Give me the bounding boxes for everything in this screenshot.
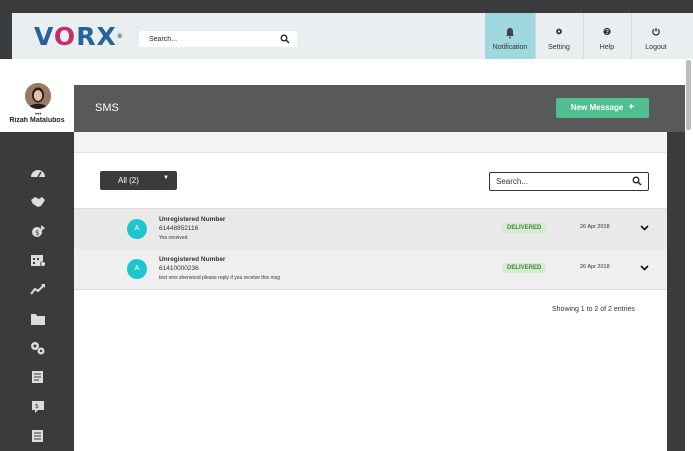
- nav-notification[interactable]: Notification: [485, 13, 535, 59]
- contact-number: 61448852116: [159, 225, 199, 232]
- message-date: 26 Apr 2018: [580, 224, 610, 230]
- header-spacer: [0, 59, 693, 85]
- filter-dropdown[interactable]: All (2) ▼: [100, 171, 177, 190]
- chart-icon[interactable]: [30, 282, 46, 296]
- page-header: SMS New Message +: [74, 85, 685, 132]
- new-message-button[interactable]: New Message +: [556, 98, 649, 118]
- chevron-down-icon[interactable]: [640, 265, 649, 271]
- sms-search-input[interactable]: [496, 173, 616, 190]
- top-bar: VORX® Notification Setting Help: [12, 13, 693, 59]
- avatar[interactable]: [25, 83, 51, 109]
- report-icon[interactable]: [30, 370, 46, 384]
- scrollbar-thumb[interactable]: [686, 60, 691, 130]
- user-photo-icon: [25, 83, 51, 109]
- dashboard-icon[interactable]: [30, 166, 46, 180]
- header-search-input[interactable]: [149, 31, 269, 47]
- status-badge: DELIVERED: [502, 263, 547, 273]
- document-icon[interactable]: [30, 429, 46, 443]
- user-profile[interactable]: ••• Rizah Matalubos: [0, 59, 74, 132]
- help-icon: [603, 27, 611, 36]
- message-preview: test sms sherwood please reply if you re…: [159, 275, 280, 281]
- chevron-down-icon: ▼: [163, 175, 169, 181]
- vorx-logo[interactable]: VORX®: [34, 23, 124, 51]
- sms-icon[interactable]: $: [30, 400, 46, 414]
- sms-search: [489, 172, 649, 191]
- user-name: Rizah Matalubos: [9, 117, 65, 124]
- plus-icon: +: [628, 102, 635, 113]
- calendar-icon[interactable]: [30, 253, 46, 267]
- contact-avatar: A: [127, 259, 147, 279]
- search-icon[interactable]: [280, 34, 290, 44]
- money-icon[interactable]: $: [30, 224, 46, 238]
- handshake-icon[interactable]: [30, 195, 46, 209]
- contact-name: Unregistered Number: [159, 216, 226, 223]
- chevron-down-icon[interactable]: [640, 225, 649, 231]
- nav-logout-label: Logout: [645, 44, 667, 51]
- sms-panel: All (2) ▼ A Unregistered Number 61448852…: [74, 132, 667, 451]
- filter-value: All (2): [118, 176, 139, 185]
- status-badge: DELIVERED: [502, 223, 547, 233]
- message-row[interactable]: A Unregistered Number 61448852116 Yes re…: [74, 208, 667, 250]
- nav-notification-label: Notification: [492, 44, 528, 51]
- svg-text:$: $: [35, 229, 39, 237]
- contact-number: 61410000236: [159, 265, 199, 272]
- svg-text:$: $: [35, 403, 39, 410]
- power-icon: [652, 27, 660, 36]
- sidebar: $ $: [0, 132, 74, 451]
- nav-setting-label: Setting: [548, 44, 570, 51]
- page-title: SMS: [95, 102, 119, 114]
- panel-toolbar-strip: [74, 132, 667, 153]
- new-message-label: New Message: [570, 103, 624, 112]
- nav-help[interactable]: Help: [582, 13, 632, 59]
- folder-icon[interactable]: [30, 312, 46, 326]
- gear-icon: [556, 28, 562, 35]
- nav-setting[interactable]: Setting: [534, 13, 584, 59]
- contact-name: Unregistered Number: [159, 256, 226, 263]
- nav-logout[interactable]: Logout: [631, 13, 681, 59]
- bell-icon: [506, 28, 514, 39]
- message-preview: Yes received: [159, 235, 188, 241]
- nav-help-label: Help: [599, 44, 615, 51]
- search-icon[interactable]: [632, 176, 642, 186]
- pagination-info: Showing 1 to 2 of 2 entries: [552, 306, 635, 313]
- gears-icon[interactable]: [30, 341, 46, 355]
- contact-avatar: A: [127, 219, 147, 239]
- message-date: 26 Apr 2018: [580, 264, 610, 270]
- message-row[interactable]: A Unregistered Number 61410000236 test s…: [74, 249, 667, 290]
- header-search: [139, 31, 297, 47]
